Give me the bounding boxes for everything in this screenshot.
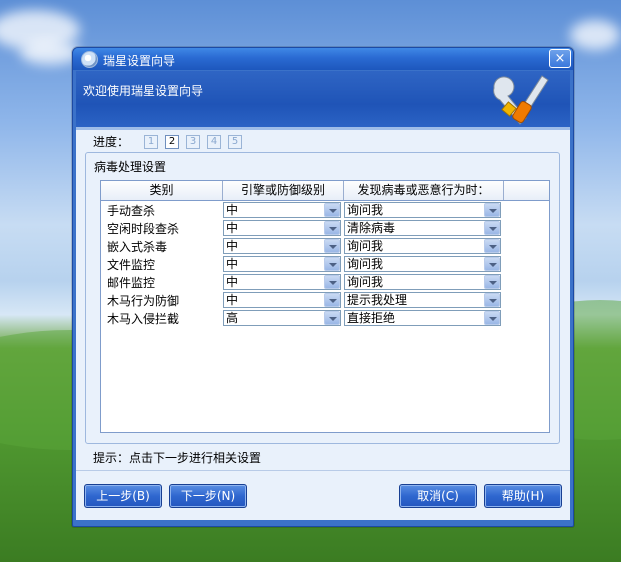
level-select[interactable]: 高 — [223, 310, 341, 326]
progress-label: 进度： — [93, 135, 130, 149]
step-1[interactable]: 1 — [144, 135, 158, 149]
header-action: 发现病毒或恶意行为时： — [344, 181, 504, 200]
table-row: 木马入侵拦截 高 直接拒绝 — [101, 309, 549, 327]
action-select[interactable]: 提示我处理 — [344, 292, 501, 308]
shield-icon — [81, 51, 98, 68]
step-2[interactable]: 2 — [165, 135, 179, 149]
help-button[interactable]: 帮助(H) — [484, 484, 562, 508]
chevron-down-icon[interactable] — [484, 239, 500, 253]
level-select[interactable]: 中 — [223, 256, 341, 272]
chevron-down-icon[interactable] — [324, 311, 340, 325]
group-title: 病毒处理设置 — [94, 160, 167, 174]
settings-table: 类别 引擎或防御级别 发现病毒或恶意行为时： 手动查杀 中 询问我 空闲时段查杀… — [100, 180, 550, 433]
action-select[interactable]: 直接拒绝 — [344, 310, 501, 326]
chevron-down-icon[interactable] — [324, 239, 340, 253]
table-row: 邮件监控 中 询问我 — [101, 273, 549, 291]
cancel-button[interactable]: 取消(C) — [399, 484, 477, 508]
level-select[interactable]: 中 — [223, 220, 341, 236]
row-category: 木马行为防御 — [107, 294, 180, 308]
chevron-down-icon[interactable] — [484, 257, 500, 271]
level-select[interactable]: 中 — [223, 292, 341, 308]
action-select[interactable]: 询问我 — [344, 274, 501, 290]
wizard-dialog: 瑞星设置向导 × 欢迎使用瑞星设置向导 进度： 1 2 3 4 5 病毒处理设置… — [72, 47, 574, 527]
level-select[interactable]: 中 — [223, 202, 341, 218]
step-3[interactable]: 3 — [186, 135, 200, 149]
action-value: 直接拒绝 — [347, 311, 396, 325]
footer-divider — [76, 470, 570, 471]
next-button[interactable]: 下一步(N) — [169, 484, 247, 508]
level-value: 中 — [226, 257, 239, 271]
action-value: 提示我处理 — [347, 293, 408, 307]
action-value: 询问我 — [347, 275, 384, 289]
row-category: 空闲时段查杀 — [107, 222, 180, 236]
chevron-down-icon[interactable] — [484, 293, 500, 307]
action-select[interactable]: 询问我 — [344, 238, 501, 254]
action-value: 询问我 — [347, 203, 384, 217]
chevron-down-icon[interactable] — [324, 275, 340, 289]
step-5[interactable]: 5 — [228, 135, 242, 149]
level-value: 中 — [226, 293, 239, 307]
level-value: 高 — [226, 311, 239, 325]
level-value: 中 — [226, 239, 239, 253]
row-category: 邮件监控 — [107, 276, 156, 290]
table-row: 手动查杀 中 询问我 — [101, 201, 549, 219]
table-header: 类别 引擎或防御级别 发现病毒或恶意行为时： — [101, 181, 549, 201]
chevron-down-icon[interactable] — [324, 221, 340, 235]
prev-button[interactable]: 上一步(B) — [84, 484, 162, 508]
step-4[interactable]: 4 — [207, 135, 221, 149]
chevron-down-icon[interactable] — [484, 311, 500, 325]
wrench-screwdriver-icon — [493, 75, 549, 125]
level-select[interactable]: 中 — [223, 274, 341, 290]
chevron-down-icon[interactable] — [484, 203, 500, 217]
action-select[interactable]: 清除病毒 — [344, 220, 501, 236]
title-bar[interactable]: 瑞星设置向导 × — [73, 48, 573, 70]
action-select[interactable]: 询问我 — [344, 256, 501, 272]
level-value: 中 — [226, 203, 239, 217]
action-value: 询问我 — [347, 239, 384, 253]
header-category: 类别 — [101, 181, 223, 200]
chevron-down-icon[interactable] — [324, 293, 340, 307]
banner-text: 欢迎使用瑞星设置向导 — [83, 84, 204, 98]
row-category: 手动查杀 — [107, 204, 156, 218]
table-row: 嵌入式杀毒 中 询问我 — [101, 237, 549, 255]
table-row: 空闲时段查杀 中 清除病毒 — [101, 219, 549, 237]
virus-settings-group: 病毒处理设置 类别 引擎或防御级别 发现病毒或恶意行为时： 手动查杀 中 询问我 — [85, 152, 560, 444]
header-level: 引擎或防御级别 — [223, 181, 344, 200]
window-title: 瑞星设置向导 — [103, 54, 176, 68]
row-category: 文件监控 — [107, 258, 156, 272]
chevron-down-icon[interactable] — [324, 203, 340, 217]
row-category: 嵌入式杀毒 — [107, 240, 168, 254]
action-value: 询问我 — [347, 257, 384, 271]
wizard-content: 进度： 1 2 3 4 5 病毒处理设置 类别 引擎或防御级别 发现病毒或恶意行… — [76, 130, 570, 520]
close-button[interactable]: × — [549, 49, 571, 68]
action-value: 清除病毒 — [347, 221, 396, 235]
banner: 欢迎使用瑞星设置向导 — [76, 71, 570, 127]
table-row: 文件监控 中 询问我 — [101, 255, 549, 273]
chevron-down-icon[interactable] — [484, 221, 500, 235]
chevron-down-icon[interactable] — [324, 257, 340, 271]
hint-text: 提示：点击下一步进行相关设置 — [93, 451, 262, 465]
chevron-down-icon[interactable] — [484, 275, 500, 289]
level-value: 中 — [226, 221, 239, 235]
level-select[interactable]: 中 — [223, 238, 341, 254]
level-value: 中 — [226, 275, 239, 289]
table-row: 木马行为防御 中 提示我处理 — [101, 291, 549, 309]
row-category: 木马入侵拦截 — [107, 312, 180, 326]
action-select[interactable]: 询问我 — [344, 202, 501, 218]
